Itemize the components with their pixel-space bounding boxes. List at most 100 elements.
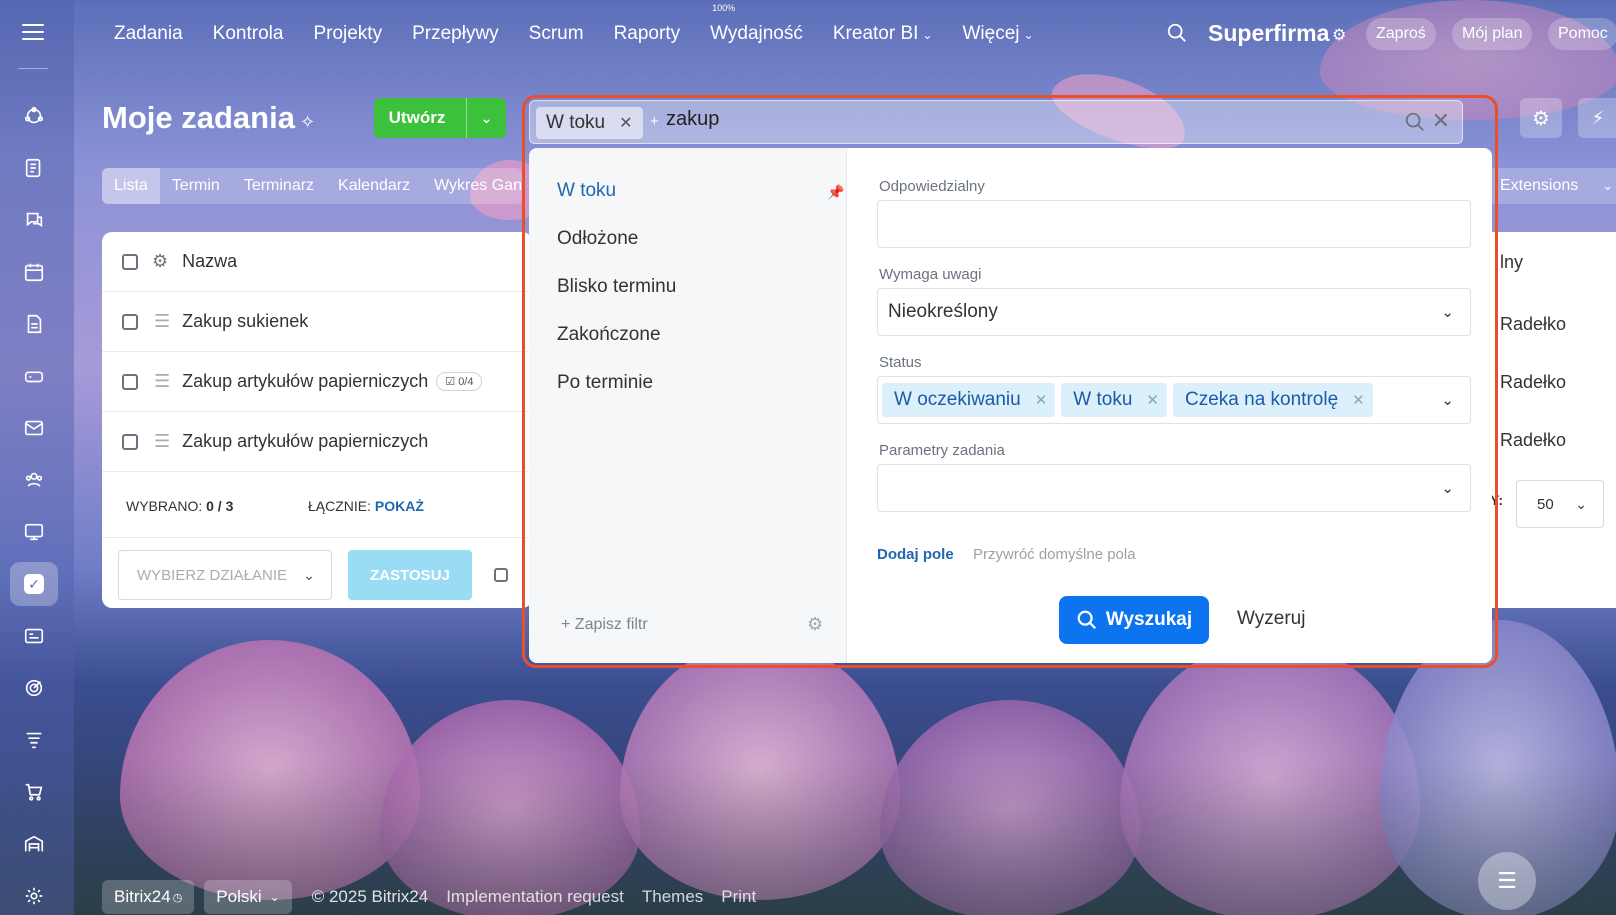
- attention-select[interactable]: Nieokreślony ⌄: [877, 288, 1471, 336]
- nav-item-wiecej[interactable]: Więcej ⌄: [962, 23, 1033, 45]
- column-header-name[interactable]: Nazwa: [182, 251, 237, 272]
- row-checkbox[interactable]: [122, 313, 138, 330]
- status-multiselect[interactable]: W oczekiwaniu ✕ W toku ✕ Czeka na kontrolę…: [877, 376, 1471, 424]
- task-title[interactable]: Zakup artykułów papierniczych: [182, 431, 428, 452]
- sidebar-item-groups[interactable]: [10, 458, 58, 502]
- help-button[interactable]: Pomoc: [1548, 18, 1616, 50]
- drag-handle-icon[interactable]: ☰: [154, 371, 170, 392]
- responsible-cell[interactable]: Radełko: [1500, 314, 1566, 335]
- row-checkbox[interactable]: [122, 433, 138, 450]
- row-checkbox[interactable]: [122, 373, 138, 390]
- themes-link[interactable]: Themes: [642, 887, 703, 907]
- search-icon[interactable]: [1166, 22, 1188, 44]
- nav-item-przeplywy[interactable]: Przepływy: [412, 23, 499, 45]
- sidebar-item-calendar[interactable]: [10, 250, 58, 294]
- sidebar-item-feed[interactable]: [10, 94, 58, 138]
- add-field-link[interactable]: Dodaj pole: [877, 546, 954, 563]
- invite-button[interactable]: Zaproś: [1366, 18, 1436, 50]
- sidebar-item-drive[interactable]: [10, 354, 58, 398]
- active-filter-chip[interactable]: W toku ✕: [536, 107, 643, 139]
- responsible-cell[interactable]: Radełko: [1500, 372, 1566, 393]
- apply-button[interactable]: ZASTOSUJ: [348, 550, 472, 600]
- nav-item-zadania[interactable]: Zadania: [114, 23, 183, 45]
- preset-in-progress[interactable]: W toku: [557, 180, 616, 202]
- sidebar-item-documents[interactable]: [10, 302, 58, 346]
- show-total-link[interactable]: POKAŻ: [375, 498, 424, 514]
- sidebar-item-news[interactable]: [10, 146, 58, 190]
- nav-item-kreator-bi[interactable]: Kreator BI ⌄: [833, 23, 933, 45]
- drag-handle-icon[interactable]: ☰: [154, 311, 170, 332]
- close-icon[interactable]: ✕: [619, 113, 632, 133]
- table-row[interactable]: ☰ Zakup artykułów papierniczych ☑ 0/4: [102, 352, 532, 412]
- column-header-responsible[interactable]: lny: [1500, 252, 1523, 273]
- task-title[interactable]: Zakup sukienek: [182, 311, 308, 332]
- filter-search-bar[interactable]: W toku✕ + ✕: [529, 100, 1463, 144]
- sidebar-item-marketing[interactable]: [10, 666, 58, 710]
- close-icon[interactable]: ✕: [1352, 391, 1365, 409]
- print-link[interactable]: Print: [721, 887, 756, 907]
- preset-completed[interactable]: Zakończone: [557, 324, 661, 346]
- clear-icon[interactable]: ✕: [1432, 108, 1450, 134]
- nav-item-kontrola[interactable]: Kontrola: [213, 23, 284, 45]
- preset-overdue[interactable]: Po terminie: [557, 372, 653, 394]
- preset-almost-overdue[interactable]: Blisko terminu: [557, 276, 676, 298]
- language-select[interactable]: Polski ⌄: [204, 880, 292, 914]
- table-row[interactable]: ☰ Zakup sukienek: [102, 292, 532, 352]
- table-row[interactable]: ☰ Zakup artykułów papierniczych: [102, 412, 532, 472]
- nav-item-projekty[interactable]: Projekty: [313, 23, 382, 45]
- restore-default-fields-link[interactable]: Przywróć domyślne pola: [973, 546, 1136, 563]
- sidebar-item-chat[interactable]: [10, 198, 58, 242]
- settings-sliders-icon[interactable]: ⚙: [1332, 25, 1346, 45]
- nav-item-scrum[interactable]: Scrum: [529, 23, 584, 45]
- close-icon[interactable]: ✕: [1146, 391, 1159, 409]
- gear-icon[interactable]: ⚙: [152, 251, 168, 272]
- create-button[interactable]: Utwórz ⌄: [374, 98, 506, 138]
- bitrix-brand[interactable]: Bitrix24 ◷: [102, 880, 195, 914]
- nav-item-wydajnosc[interactable]: 100% Wydajność: [710, 3, 803, 45]
- reset-button[interactable]: Wyzeruj: [1237, 608, 1305, 630]
- task-title[interactable]: Zakup artykułów papierniczych: [182, 371, 428, 392]
- pin-icon[interactable]: ✧: [300, 112, 315, 133]
- all-pages-checkbox[interactable]: [494, 568, 508, 582]
- chevron-down-icon[interactable]: ⌄: [466, 98, 506, 138]
- sidebar-item-crm[interactable]: [10, 614, 58, 658]
- tab-terminarz[interactable]: Terminarz: [232, 168, 326, 204]
- drag-handle-icon[interactable]: ☰: [154, 431, 170, 452]
- sidebar-item-mail[interactable]: [10, 406, 58, 450]
- tab-termin[interactable]: Termin: [160, 168, 232, 204]
- settings-button[interactable]: ⚙: [1520, 98, 1562, 138]
- search-input[interactable]: [666, 108, 1266, 131]
- sidebar-item-sales[interactable]: [10, 718, 58, 762]
- sidebar-item-workgroups[interactable]: [10, 510, 58, 554]
- per-page-select[interactable]: 50 ⌄: [1516, 480, 1604, 528]
- company-name[interactable]: Superfirma: [1208, 20, 1329, 47]
- action-select[interactable]: WYBIERZ DZIAŁANIE ⌄: [118, 550, 332, 600]
- implementation-request-link[interactable]: Implementation request: [446, 887, 624, 907]
- responsible-cell[interactable]: Radełko: [1500, 430, 1566, 451]
- tab-lista[interactable]: Lista: [102, 168, 160, 204]
- select-all-checkbox[interactable]: [122, 253, 138, 270]
- responsible-field[interactable]: [877, 200, 1471, 248]
- menu-icon[interactable]: [22, 24, 44, 40]
- gear-icon[interactable]: ⚙: [807, 614, 823, 635]
- save-filter-button[interactable]: + Zapisz filtr: [561, 616, 648, 634]
- my-plan-button[interactable]: Mój plan: [1452, 18, 1533, 50]
- sidebar-item-tasks[interactable]: ✓: [10, 562, 58, 606]
- tab-gantt[interactable]: Wykres Gan: [422, 168, 522, 204]
- tab-kalendarz[interactable]: Kalendarz: [326, 168, 422, 204]
- extensions-button[interactable]: Extensions ⌄: [1480, 168, 1616, 204]
- sidebar-item-shop[interactable]: [10, 770, 58, 814]
- search-icon[interactable]: [1404, 111, 1426, 133]
- sidebar-item-settings[interactable]: [10, 874, 58, 915]
- chat-icon: [26, 212, 43, 228]
- automation-button[interactable]: ⚡: [1578, 98, 1616, 138]
- search-button[interactable]: Wyszukaj: [1059, 596, 1209, 644]
- sidebar-item-inventory[interactable]: [10, 822, 58, 866]
- nav-item-raporty[interactable]: Raporty: [614, 23, 681, 45]
- chat-widget-button[interactable]: ☰: [1478, 852, 1536, 910]
- close-icon[interactable]: ✕: [1035, 391, 1048, 409]
- responsible-label: Odpowiedzialny: [879, 178, 985, 195]
- params-select[interactable]: ⌄: [877, 464, 1471, 512]
- pin-icon[interactable]: 📌: [827, 184, 844, 201]
- preset-deferred[interactable]: Odłożone: [557, 228, 638, 250]
